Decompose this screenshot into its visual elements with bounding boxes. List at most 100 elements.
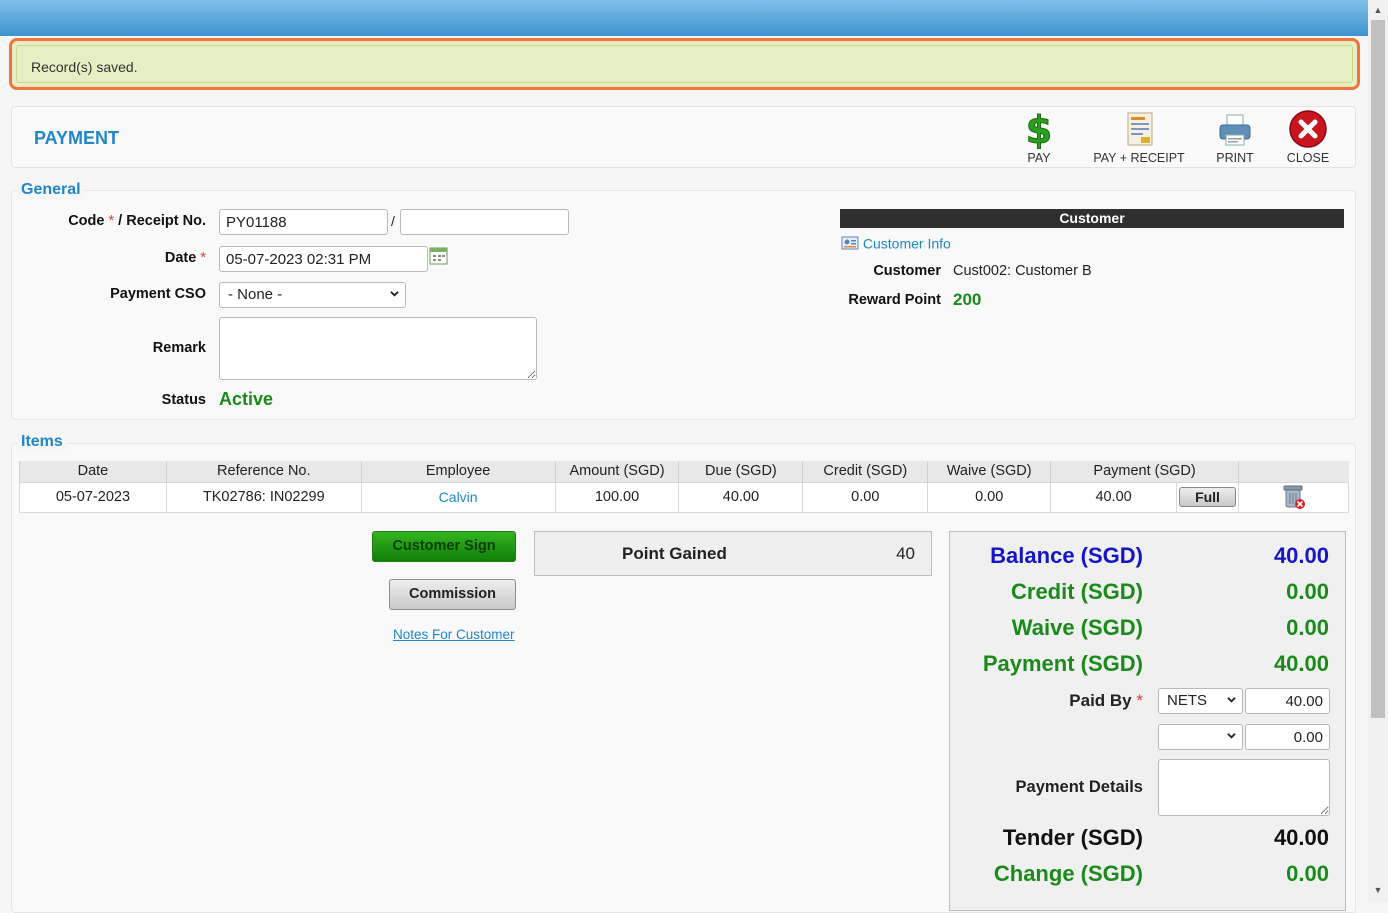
chevron-down-icon — [1227, 733, 1236, 739]
payment-label: Payment (SGD) — [982, 651, 1143, 676]
paid-by-method-2[interactable] — [1158, 724, 1243, 750]
col-waive: Waive (SGD) — [927, 461, 1051, 482]
tender-value: 40.00 — [1273, 825, 1329, 850]
customer-value: Cust002: Customer B — [953, 263, 1092, 279]
close-icon — [1289, 110, 1327, 148]
paid-by-amount-1[interactable] — [1245, 688, 1330, 714]
customer-label: Customer — [873, 263, 941, 279]
reward-point-label: Reward Point — [848, 292, 941, 308]
receipt-no-input[interactable] — [400, 209, 569, 235]
point-gained-value: 40 — [896, 544, 915, 563]
alert-message: Record(s) saved. — [16, 45, 1353, 83]
col-reference: Reference No. — [165, 461, 362, 482]
point-gained-box: Point Gained 40 — [534, 531, 932, 576]
table-row: 05-07-2023 TK02786: IN02299 Calvin 100.0… — [19, 481, 1349, 513]
delete-icon[interactable] — [1281, 483, 1307, 511]
scrollbar-thumb[interactable] — [1371, 20, 1385, 718]
svg-text:$: $ — [1026, 109, 1052, 149]
col-due: Due (SGD) — [678, 461, 803, 482]
payment-cso-value: - None - — [228, 286, 283, 303]
customer-card-icon — [841, 236, 859, 250]
remark-label: Remark — [152, 340, 206, 356]
credit-label: Credit (SGD) — [1011, 579, 1143, 604]
close-button[interactable]: CLOSE — [1285, 109, 1331, 165]
customer-header: Customer — [840, 209, 1344, 228]
col-amount: Amount (SGD) — [554, 461, 679, 482]
chevron-down-icon — [390, 291, 399, 297]
pay-button[interactable]: $ PAY — [1015, 109, 1063, 165]
paid-by-method-1-value: NETS — [1167, 692, 1208, 709]
customer-info-link[interactable]: Customer Info — [841, 234, 951, 251]
cell-credit: 0.00 — [802, 481, 929, 513]
date-input[interactable] — [219, 246, 428, 272]
print-button[interactable]: PRINT — [1210, 109, 1260, 165]
col-employee: Employee — [360, 461, 556, 482]
balance-value: 40.00 — [1273, 543, 1329, 568]
cell-full: Full — [1176, 481, 1240, 513]
chevron-down-icon — [1227, 697, 1236, 703]
code-label: Code * / Receipt No. — [68, 213, 206, 229]
dollar-icon: $ — [1025, 109, 1052, 149]
scroll-up-icon[interactable]: ▲ — [1368, 2, 1388, 18]
remark-textarea[interactable] — [219, 317, 537, 380]
payment-cso-select[interactable]: - None - — [219, 282, 406, 308]
status-label: Status — [161, 392, 206, 408]
customer-sign-button[interactable]: Customer Sign — [372, 531, 516, 562]
calendar-icon[interactable] — [429, 246, 448, 265]
cell-reference: TK02786: IN02299 — [165, 481, 362, 513]
scroll-down-icon[interactable]: ▼ — [1368, 882, 1388, 898]
items-header-row: Date Reference No. Employee Amount (SGD)… — [19, 461, 1349, 482]
status-value: Active — [219, 389, 274, 409]
printer-icon — [1219, 114, 1251, 146]
success-alert: Record(s) saved. — [9, 38, 1360, 90]
pay-receipt-button[interactable]: PAY + RECEIPT — [1090, 109, 1188, 165]
credit-value: 0.00 — [1286, 579, 1329, 604]
payment-cso-label: Payment CSO — [110, 286, 206, 302]
paid-by-amount-2[interactable] — [1245, 724, 1330, 750]
cell-due: 40.00 — [678, 481, 804, 513]
col-date: Date — [19, 461, 167, 482]
payment-details-textarea[interactable] — [1158, 759, 1330, 816]
reward-point-value: 200 — [953, 290, 982, 309]
paid-by-label: Paid By * — [1069, 691, 1143, 710]
paid-by-method-1[interactable]: NETS — [1158, 688, 1243, 714]
balance-label: Balance (SGD) — [990, 543, 1143, 568]
code-input[interactable] — [219, 209, 388, 235]
waive-label: Waive (SGD) — [1011, 615, 1143, 640]
tender-label: Tender (SGD) — [1002, 825, 1143, 850]
col-actions — [1238, 461, 1349, 482]
cell-date: 05-07-2023 — [19, 481, 167, 513]
customer-info-label: Customer Info — [862, 235, 951, 252]
items-legend: Items — [17, 433, 67, 451]
date-label: Date * — [164, 250, 206, 266]
code-separator: / — [391, 213, 395, 229]
commission-button[interactable]: Commission — [389, 579, 516, 610]
employee-link[interactable]: Calvin — [360, 481, 556, 513]
receipt-icon — [1127, 112, 1153, 146]
general-legend: General — [17, 181, 85, 199]
pay-receipt-label: PAY + RECEIPT — [1093, 151, 1185, 165]
cell-waive: 0.00 — [927, 481, 1052, 513]
page-title: PAYMENT — [34, 128, 120, 148]
header-panel: PAYMENT $ PAY PAY + RECEIPT PRINT CLOSE — [11, 106, 1356, 168]
pay-label: PAY — [1027, 151, 1051, 165]
payment-value: 40.00 — [1273, 651, 1329, 676]
close-label: CLOSE — [1286, 151, 1330, 165]
cell-payment[interactable]: 40.00 — [1050, 481, 1178, 513]
top-bar — [0, 0, 1368, 36]
cell-amount: 100.00 — [554, 481, 680, 513]
waive-value: 0.00 — [1286, 615, 1329, 640]
payment-summary: Balance (SGD) 40.00 Credit (SGD) 0.00 Wa… — [949, 531, 1346, 911]
items-table: Date Reference No. Employee Amount (SGD)… — [19, 461, 1349, 513]
page-scrollbar[interactable]: ▲ ▼ — [1368, 0, 1388, 902]
change-value: 0.00 — [1286, 861, 1329, 886]
full-button[interactable]: Full — [1179, 487, 1237, 507]
print-label: PRINT — [1216, 151, 1254, 165]
col-payment: Payment (SGD) — [1050, 461, 1239, 482]
notes-for-customer-link[interactable]: Notes For Customer — [393, 627, 515, 642]
cell-delete — [1238, 481, 1349, 513]
col-credit: Credit (SGD) — [802, 461, 928, 482]
change-label: Change (SGD) — [993, 861, 1143, 886]
point-gained-label: Point Gained — [622, 544, 727, 563]
payment-details-label: Payment Details — [1015, 778, 1143, 796]
